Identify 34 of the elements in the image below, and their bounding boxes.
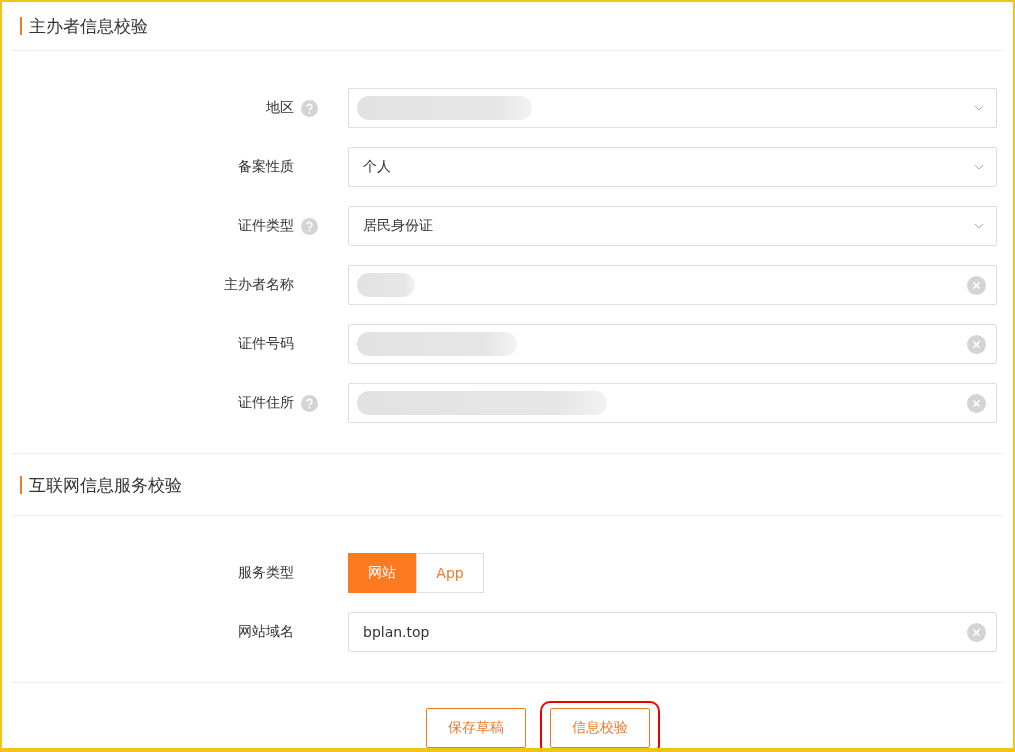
field-label: 主办者名称 (224, 276, 294, 294)
select-field[interactable] (348, 88, 997, 128)
clear-icon[interactable] (967, 393, 986, 413)
clear-icon[interactable] (967, 334, 986, 354)
field-value: bplan.top (363, 624, 430, 640)
help-icon[interactable] (301, 99, 318, 117)
chevron-down-icon (974, 223, 984, 229)
clear-icon[interactable] (967, 622, 986, 642)
field-value: 个人 (363, 158, 391, 176)
input-field[interactable]: bplan.top (348, 612, 997, 652)
help-icon[interactable] (301, 217, 318, 235)
select-field[interactable]: 个人 (348, 147, 997, 187)
section-title: 主办者信息校验 (20, 17, 148, 35)
field-label: 备案性质 (238, 158, 294, 176)
chevron-down-icon (974, 164, 984, 170)
field-label: 证件住所 (238, 394, 294, 412)
action-button[interactable]: 信息校验 (549, 708, 650, 748)
service-type-option[interactable]: 网站 (348, 553, 416, 593)
field-label: 证件类型 (238, 217, 294, 235)
chevron-down-icon (974, 105, 984, 111)
field-label: 证件号码 (238, 335, 294, 353)
input-field[interactable] (348, 324, 997, 364)
action-button[interactable]: 保存草稿 (425, 708, 526, 748)
service-type-option[interactable]: App (416, 553, 484, 593)
help-icon[interactable] (301, 394, 318, 412)
field-label: 地区 (266, 99, 294, 117)
input-field[interactable] (348, 265, 997, 305)
field-label: 服务类型 (238, 564, 294, 582)
section-title: 互联网信息服务校验 (20, 475, 182, 494)
select-field[interactable]: 居民身份证 (348, 206, 997, 246)
field-value: 居民身份证 (363, 217, 433, 235)
field-label: 网站域名 (238, 623, 294, 641)
input-field[interactable] (348, 383, 997, 423)
clear-icon[interactable] (967, 275, 986, 295)
